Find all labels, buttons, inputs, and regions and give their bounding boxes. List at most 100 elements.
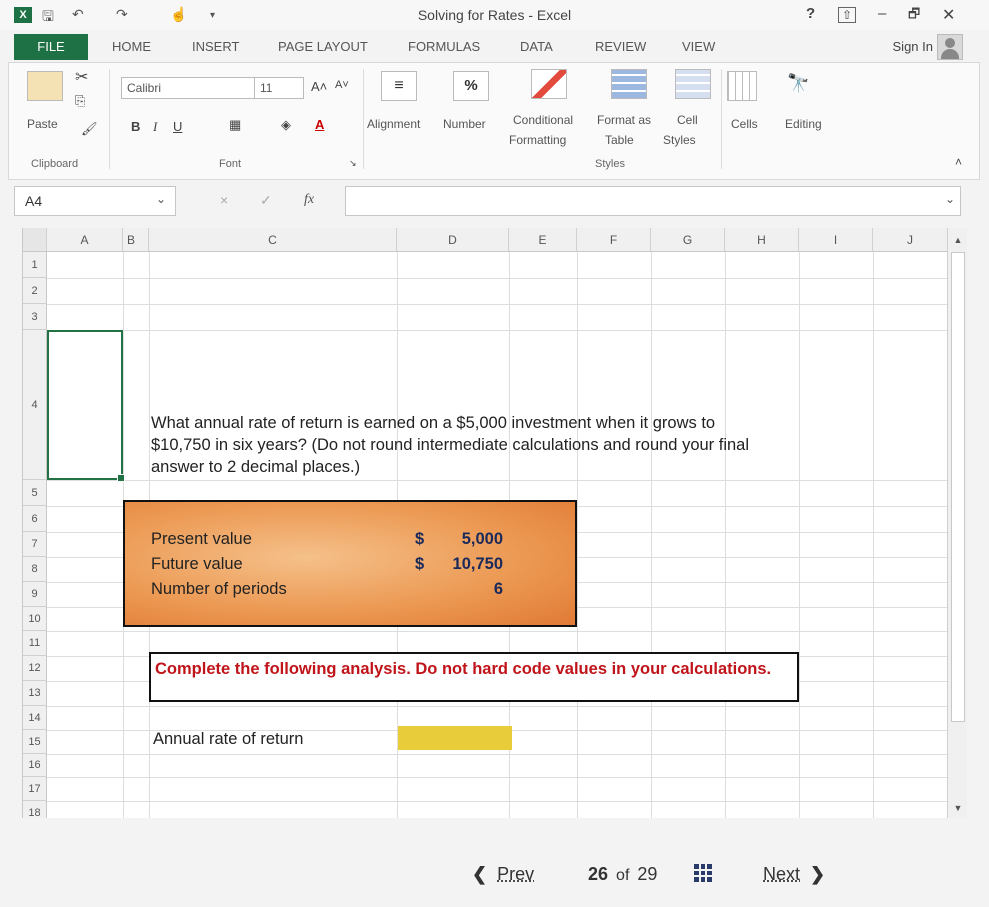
minimize-button[interactable]: – [878,5,886,22]
column-header-a[interactable]: A [47,228,123,252]
underline-button[interactable]: U [173,119,182,134]
column-header-d[interactable]: D [397,228,509,252]
enter-icon[interactable]: ✓ [260,192,272,209]
future-value-cell[interactable]: 10,750 [453,555,503,574]
borders-icon[interactable]: ▦ [229,117,241,133]
expand-formula-bar-icon[interactable]: ⌄ [945,192,955,206]
row-header[interactable]: 3 [23,304,47,330]
name-box-dropdown-icon[interactable]: ⌄ [156,192,166,206]
present-value-cell[interactable]: 5,000 [462,530,503,549]
copy-icon[interactable]: ⎘ [75,93,85,109]
cells-icon[interactable] [727,71,757,101]
row-header[interactable]: 9 [23,582,47,607]
column-header-h[interactable]: H [725,228,799,252]
format-as-table-label-2[interactable]: Table [605,133,634,147]
formula-input[interactable] [345,186,961,216]
find-icon[interactable]: 🔭 [787,73,809,94]
fill-color-icon[interactable]: ◈ [281,117,291,133]
column-header-b[interactable]: B [123,228,149,252]
paste-icon[interactable] [27,71,63,101]
increase-font-icon[interactable]: A˄ [311,79,327,94]
cut-icon[interactable]: ✂ [75,67,88,87]
gridline [47,304,947,305]
name-box[interactable]: A4 [14,186,176,216]
column-header-j[interactable]: J [873,228,947,252]
number-format-icon[interactable]: % [453,71,489,101]
help-button[interactable]: ? [806,5,815,22]
row-header[interactable]: 7 [23,532,47,557]
restore-button[interactable]: 🗗 [908,5,920,27]
font-dialog-launcher-icon[interactable]: ↘ [349,158,357,169]
cell-styles-label-1[interactable]: Cell [677,113,698,127]
row-header[interactable]: 12 [23,656,47,681]
cell-styles-icon[interactable] [675,69,711,99]
column-header-c[interactable]: C [149,228,397,252]
vertical-scrollbar[interactable]: ▲ ▼ [947,228,967,818]
prev-button[interactable]: ❮ Prev [472,864,534,885]
annual-rate-answer-cell[interactable] [398,726,512,750]
select-all-corner[interactable] [23,228,47,252]
tab-insert[interactable]: INSERT [192,39,239,54]
format-painter-icon[interactable]: 🖌 [81,121,98,137]
row-header[interactable]: 4 [23,330,47,480]
row-header[interactable]: 17 [23,777,47,801]
avatar[interactable] [937,34,963,60]
instruction-text: Complete the following analysis. Do not … [155,660,772,678]
scroll-up-icon[interactable]: ▲ [950,232,966,248]
row-header[interactable]: 14 [23,706,47,730]
row-header[interactable]: 13 [23,681,47,706]
row-header[interactable]: 11 [23,631,47,656]
editing-button[interactable]: Editing [785,117,822,131]
insert-function-icon[interactable]: fx [304,192,314,208]
number-button[interactable]: Number [443,117,486,131]
column-header-e[interactable]: E [509,228,577,252]
format-as-table-label-1[interactable]: Format as [597,113,651,127]
active-cell-a4[interactable] [47,330,125,482]
italic-button[interactable]: I [153,119,157,135]
row-header[interactable]: 10 [23,607,47,631]
row-header[interactable]: 1 [23,252,47,278]
alignment-icon[interactable]: ≡ [381,71,417,101]
tab-formulas[interactable]: FORMULAS [408,39,480,54]
font-name-select[interactable]: Calibri [121,77,257,99]
column-header-g[interactable]: G [651,228,725,252]
row-header[interactable]: 6 [23,506,47,532]
font-size-select[interactable]: 11 [254,77,304,99]
font-color-icon[interactable]: A [315,117,324,132]
row-header[interactable]: 5 [23,480,47,506]
alignment-button[interactable]: Alignment [367,117,420,131]
row-header[interactable]: 16 [23,754,47,777]
close-button[interactable]: ✕ [942,5,955,25]
tab-review[interactable]: REVIEW [595,39,646,54]
column-header-i[interactable]: I [799,228,873,252]
bold-button[interactable]: B [131,119,140,134]
column-header-f[interactable]: F [577,228,651,252]
conditional-formatting-icon[interactable] [531,69,567,99]
number-of-periods-cell[interactable]: 6 [494,580,503,599]
paste-button[interactable]: Paste [27,117,58,131]
sign-in-link[interactable]: Sign In [893,39,933,54]
ribbon-display-options-icon[interactable]: ⇧ [838,7,857,23]
collapse-ribbon-icon[interactable]: ˄ [955,155,962,169]
cancel-icon[interactable]: × [220,192,228,208]
grid-view-icon[interactable] [694,864,712,882]
scroll-thumb[interactable] [951,252,965,722]
decrease-font-icon[interactable]: A˅ [335,79,349,91]
tab-data[interactable]: DATA [520,39,553,54]
tab-home[interactable]: HOME [112,39,151,54]
cells-button[interactable]: Cells [731,117,758,131]
next-button[interactable]: Next ❯ [763,864,825,885]
row-header[interactable]: 8 [23,557,47,582]
row-header[interactable]: 15 [23,730,47,754]
chevron-left-icon: ❮ [472,864,488,884]
worksheet-grid[interactable]: A B C D E F G H I J 1 2 3 4 5 6 7 8 9 10… [22,228,947,818]
tab-page-layout[interactable]: PAGE LAYOUT [278,39,368,54]
scroll-down-icon[interactable]: ▼ [950,800,966,816]
conditional-formatting-label-1[interactable]: Conditional [513,113,573,127]
cell-styles-label-2[interactable]: Styles [663,133,696,147]
conditional-formatting-label-2[interactable]: Formatting [509,133,566,147]
row-header[interactable]: 2 [23,278,47,304]
tab-view[interactable]: VIEW [682,39,715,54]
row-header[interactable]: 18 [23,801,47,818]
format-as-table-icon[interactable] [611,69,647,99]
